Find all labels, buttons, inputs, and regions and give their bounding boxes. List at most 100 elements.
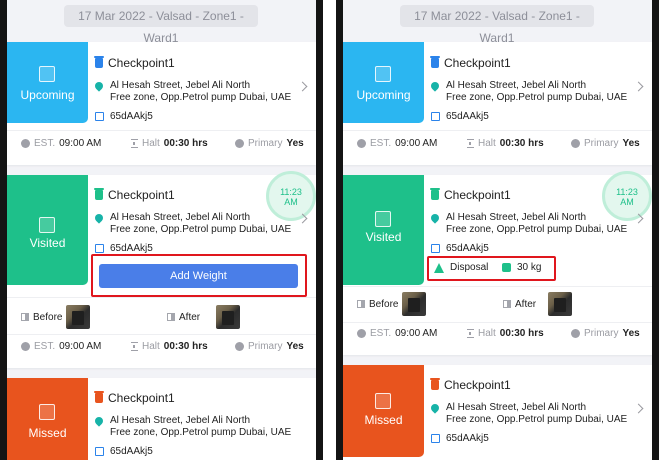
status-label: Visited [29,236,66,250]
primary-label: Primary [248,138,283,149]
checkpoint-title: Checkpoint1 [430,378,511,392]
location-pin-icon [93,80,105,92]
qr-icon [95,447,104,456]
check-icon [375,211,391,227]
status-label: Visited [365,230,402,244]
date-bar: 17 Mar 2022 - Valsad - Zone1 -Ward1 [7,0,316,45]
bin-icon [94,56,104,68]
est-time: EST. 09:00 AM [357,138,437,149]
checkpoint-title: Checkpoint1 [94,188,175,202]
address-line2: Free zone, Opp.Petrol pump Dubai, UAE [446,92,628,103]
address-line1: Al Hesah Street, Jebel Ali North [446,212,587,223]
est-time: EST. 09:00 AM [21,138,101,149]
checkpoint-address: Al Hesah Street, Jebel Ali North Free zon… [93,415,300,439]
checkpoint-title: Checkpoint1 [94,391,175,405]
status-visited: Visited [343,175,424,285]
disposal-type: Disposal [434,262,488,273]
est-time: EST. 09:00 AM [21,341,101,352]
checkpoint-card-upcoming[interactable]: Upcoming Checkpoint1 Al Hesah Street, Je… [343,42,652,165]
phone-right: 17 Mar 2022 - Valsad - Zone1 -Ward1 Upco… [336,0,659,460]
status-upcoming: Upcoming [343,42,424,123]
address-line2: Free zone, Opp.Petrol pump Dubai, UAE [446,414,628,425]
checkpoint-card-visited[interactable]: Visited 11:23 AM Checkpoint1 Al Hesah Str… [343,171,652,355]
checkpoint-title-text: Checkpoint1 [108,188,175,202]
address-line1: Al Hesah Street, Jebel Ali North [446,80,587,91]
primary-flag: Primary Yes [235,341,304,352]
divider [7,334,316,335]
primary-label: Primary [584,138,619,149]
after-label: After [179,311,201,323]
checkpoint-code-text: 65dAAkj5 [446,433,489,444]
checkpoint-card-missed[interactable]: Missed Checkpoint1 Al Hesah Street, Jebe… [7,378,316,460]
est-value: 09:00 AM [59,341,102,352]
primary-flag: Primary Yes [571,328,640,339]
checkpoint-code: 65dAAkj5 [95,446,153,457]
primary-label: Primary [584,328,619,339]
address-text: Al Hesah Street, Jebel Ali North Free zon… [446,80,636,104]
before-thumbnail[interactable] [66,305,91,329]
clock-icon [357,139,366,148]
before-icon [357,300,365,308]
timer-time: 11:23 [280,187,302,197]
checkpoint-code: 65dAAkj5 [431,243,489,254]
location-pin-icon [429,80,441,92]
tree-icon [434,262,444,273]
close-icon [39,404,55,420]
before-label: Before [369,298,399,310]
checkpoint-card-visited[interactable]: Visited 11:23 AM Checkpoint1 Al Hesah Str… [7,171,316,368]
before-label: Before [33,311,63,323]
checkpoint-meta: EST. 09:00 AM Halt 00:30 hrs Primary Yes [343,328,652,342]
info-icon [571,139,580,148]
checkpoint-code-text: 65dAAkj5 [110,243,153,254]
before-icon [21,313,29,321]
address-line1: Al Hesah Street, Jebel Ali North [110,415,251,426]
divider [7,130,316,131]
after-photo[interactable]: After [503,292,573,316]
est-label: EST. [34,138,56,149]
checkpoint-address: Al Hesah Street, Jebel Ali North Free zon… [429,80,636,104]
address-text: Al Hesah Street, Jebel Ali North Free zon… [446,212,636,236]
halt-time: Halt 00:30 hrs [467,138,544,149]
bin-icon [430,188,440,200]
before-photo[interactable]: Before [357,292,427,316]
before-photo[interactable]: Before [21,305,91,329]
location-pin-icon [93,415,105,427]
checkpoint-title: Checkpoint1 [430,188,511,202]
checkpoint-code: 65dAAkj5 [95,111,153,122]
status-label: Upcoming [356,88,411,102]
halt-label: Halt [142,138,160,149]
checkpoint-card-upcoming[interactable]: Upcoming Checkpoint1 Al Hesah Street, Je… [7,42,316,165]
date-bar: 17 Mar 2022 - Valsad - Zone1 -Ward1 [343,0,652,45]
route-screen-left: 17 Mar 2022 - Valsad - Zone1 -Ward1 Upco… [7,0,316,460]
hourglass-icon [131,342,138,351]
divider [343,130,652,131]
checkpoint-card-missed[interactable]: Missed Checkpoint1 Al Hesah Street, Jebe… [343,365,652,460]
arrow-right-icon [375,66,391,82]
halt-time: Halt 00:30 hrs [131,341,208,352]
weight-icon [502,263,511,272]
checkpoint-title: Checkpoint1 [430,56,511,70]
checkpoint-meta: EST. 09:00 AM Halt 00:30 hrs Primary Yes [7,138,316,152]
address-line2: Free zone, Opp.Petrol pump Dubai, UAE [446,224,628,235]
bin-icon [430,56,440,68]
add-weight-button[interactable]: Add Weight [99,264,298,288]
after-photo[interactable]: After [167,305,241,329]
checkpoint-title-text: Checkpoint1 [108,391,175,405]
after-thumbnail[interactable] [216,305,241,329]
checkpoint-address: Al Hesah Street, Jebel Ali North Free zon… [93,212,300,236]
address-text: Al Hesah Street, Jebel Ali North Free zon… [446,402,636,426]
qr-icon [431,244,440,253]
divider [343,322,652,323]
hourglass-icon [467,329,474,338]
clock-icon [21,342,30,351]
after-thumbnail[interactable] [548,292,573,316]
checkpoint-title-text: Checkpoint1 [108,56,175,70]
after-icon [503,300,511,308]
checkpoint-code-text: 65dAAkj5 [446,243,489,254]
status-missed: Missed [343,365,424,457]
address-text: Al Hesah Street, Jebel Ali North Free zon… [110,415,300,439]
before-thumbnail[interactable] [402,292,427,316]
divider [343,286,652,287]
checkpoint-code-text: 65dAAkj5 [110,446,153,457]
primary-value: Yes [286,341,304,352]
